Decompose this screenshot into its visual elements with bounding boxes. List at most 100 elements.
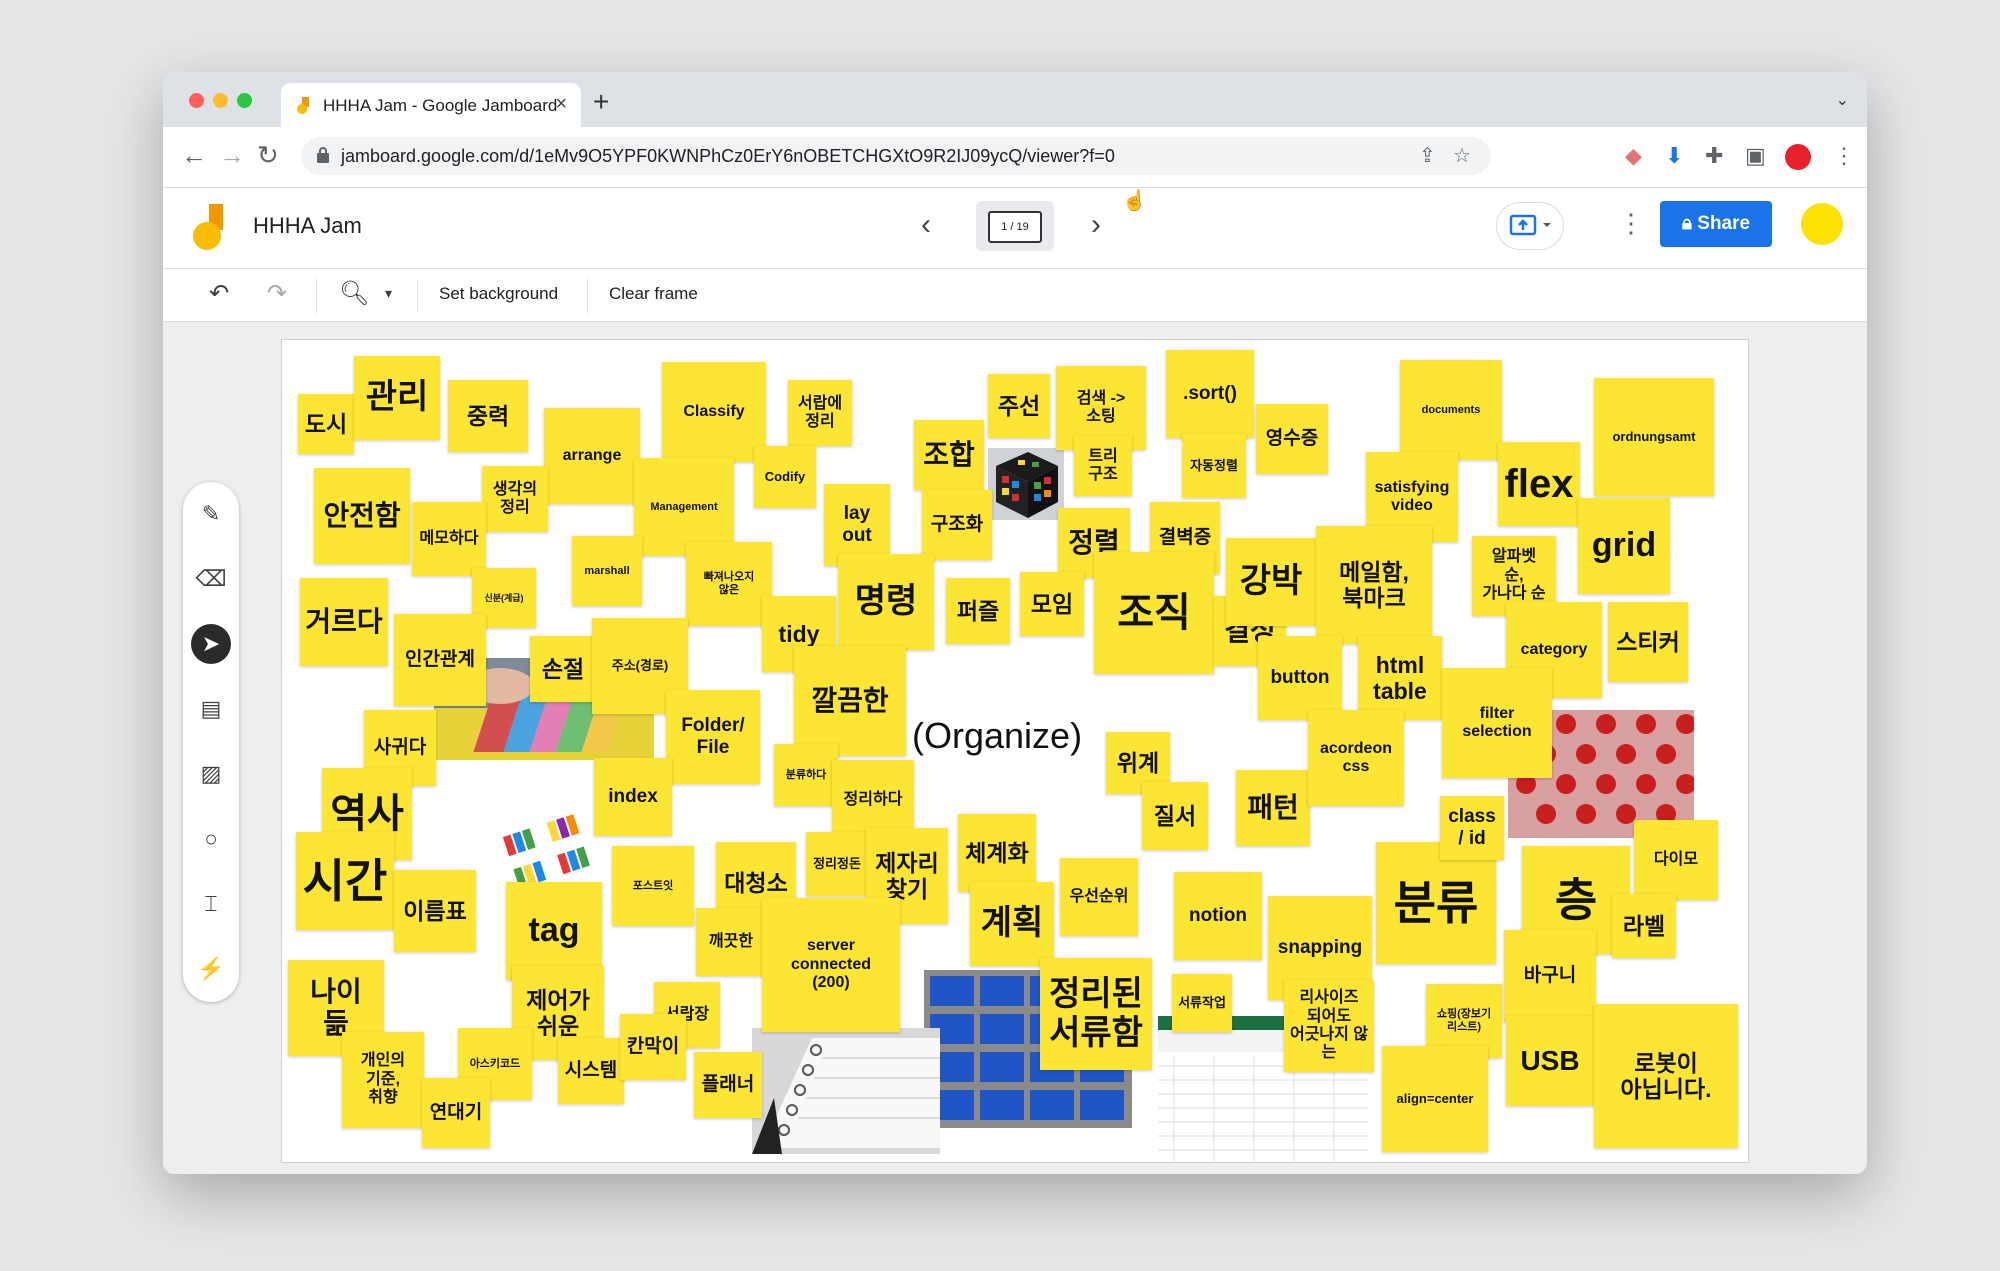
jam-title[interactable]: HHHA Jam bbox=[253, 213, 362, 239]
share-page-icon[interactable]: ⇪ bbox=[1419, 143, 1436, 168]
sticky-note[interactable]: align=center bbox=[1382, 1046, 1488, 1152]
next-frame-icon[interactable]: › bbox=[1091, 208, 1101, 242]
extension-icon[interactable]: ◆ bbox=[1625, 143, 1642, 169]
sticky-note[interactable]: 플래너 bbox=[694, 1052, 762, 1118]
close-window-button[interactable] bbox=[189, 93, 204, 108]
sticky-note[interactable]: Codify bbox=[754, 446, 816, 508]
select-tool-icon[interactable]: ➤ bbox=[191, 624, 231, 664]
sticky-note[interactable]: 이름표 bbox=[394, 870, 476, 952]
forward-icon[interactable]: → bbox=[219, 140, 245, 171]
sticky-note[interactable]: .sort() bbox=[1166, 350, 1254, 438]
jam-canvas[interactable]: (Organize) 도시 관리 중력 arrange Classify 서랍에… bbox=[281, 339, 1749, 1163]
sticky-note[interactable]: 질서 bbox=[1142, 782, 1208, 850]
sticky-note[interactable]: 칸막이 bbox=[620, 1014, 686, 1080]
pen-tool-icon[interactable]: ✎ bbox=[191, 494, 231, 534]
share-button[interactable]: 🔒︎ Share bbox=[1660, 201, 1772, 247]
bookmark-star-icon[interactable]: ☆ bbox=[1453, 143, 1471, 168]
present-button[interactable] bbox=[1496, 202, 1564, 250]
sticky-note[interactable]: 손절 bbox=[530, 636, 596, 702]
sticky-note[interactable]: server connected (200) bbox=[762, 898, 900, 1032]
tab-search-chevron-icon[interactable]: ⌄ bbox=[1836, 90, 1849, 110]
sticky-note[interactable]: index bbox=[594, 758, 672, 836]
sticky-note[interactable]: 정리정돈 bbox=[806, 832, 868, 896]
sticky-note[interactable]: grid bbox=[1578, 498, 1670, 594]
user-avatar[interactable] bbox=[1801, 203, 1843, 245]
sticky-note[interactable]: button bbox=[1258, 636, 1342, 720]
sticky-note[interactable]: 계획 bbox=[970, 882, 1054, 966]
sticky-note[interactable]: 포스트잇 bbox=[612, 846, 694, 926]
clear-frame-button[interactable]: Clear frame bbox=[609, 284, 698, 304]
sticky-note[interactable]: 바구니 bbox=[1504, 930, 1596, 1022]
sticky-note[interactable]: 거르다 bbox=[300, 578, 388, 666]
sticky-note[interactable]: notion bbox=[1174, 872, 1262, 960]
sticky-note[interactable]: 개인의 기준, 취향 bbox=[342, 1032, 424, 1128]
download-icon[interactable]: ⬇ bbox=[1665, 143, 1683, 169]
sticky-note[interactable]: 자동정렬 bbox=[1182, 434, 1246, 498]
sticky-note[interactable]: acordeon css bbox=[1308, 710, 1404, 806]
more-options-icon[interactable]: ⋮ bbox=[1618, 208, 1644, 239]
sticky-note[interactable]: 정리된 서류함 bbox=[1040, 958, 1152, 1070]
sticky-note[interactable]: 스티커 bbox=[1608, 602, 1688, 682]
circle-tool-icon[interactable]: ○ bbox=[191, 819, 231, 859]
sticky-note[interactable]: 강박 bbox=[1226, 538, 1316, 626]
sticky-note[interactable]: 조직 bbox=[1094, 552, 1214, 674]
frame-bar-button[interactable]: 1 / 19 bbox=[976, 201, 1054, 251]
sticky-note[interactable]: 중력 bbox=[448, 380, 528, 452]
undo-icon[interactable]: ↶ bbox=[209, 279, 229, 308]
sticky-note-tool-icon[interactable]: ▤ bbox=[191, 689, 231, 729]
sticky-note[interactable]: 퍼즐 bbox=[946, 578, 1010, 644]
url-bar[interactable]: jamboard.google.com/d/1eMv9O5YPF0KWNPhCz… bbox=[301, 137, 1491, 175]
sticky-note[interactable]: 주선 bbox=[988, 374, 1050, 438]
sticky-note[interactable]: 트리 구조 bbox=[1074, 436, 1132, 496]
sticky-note[interactable]: 구조화 bbox=[922, 490, 992, 560]
sticky-note[interactable]: 조합 bbox=[914, 420, 984, 490]
sticky-note[interactable]: 생각의 정리 bbox=[482, 466, 548, 532]
sticky-note[interactable]: 리사이즈 되어도 어긋나지 않는 bbox=[1284, 980, 1374, 1072]
sticky-note[interactable]: Classify bbox=[662, 362, 766, 462]
zoom-icon[interactable]: 🔍︎ bbox=[339, 279, 369, 308]
browser-menu-icon[interactable]: ⋮ bbox=[1833, 143, 1855, 169]
sticky-note[interactable]: 깨끗한 bbox=[696, 908, 766, 976]
browser-tab[interactable]: HHHA Jam - Google Jamboard × bbox=[281, 83, 581, 127]
sticky-note[interactable]: 서랍에 정리 bbox=[788, 380, 852, 446]
close-tab-icon[interactable]: × bbox=[555, 93, 567, 116]
sticky-note[interactable]: 시스템 bbox=[558, 1038, 624, 1104]
sticky-note[interactable]: 메모하다 bbox=[412, 502, 486, 576]
sticky-note[interactable]: 모임 bbox=[1020, 572, 1084, 636]
sticky-note[interactable]: 빠져나오지 않은 bbox=[686, 542, 772, 626]
sticky-note[interactable]: 영수증 bbox=[1256, 404, 1328, 474]
sticky-note[interactable]: 체계화 bbox=[958, 814, 1036, 892]
sticky-note[interactable]: 서류작업 bbox=[1172, 974, 1232, 1032]
sticky-note[interactable]: arrange bbox=[544, 408, 640, 504]
sticky-note[interactable]: 안전함 bbox=[314, 468, 410, 564]
sidepanel-icon[interactable]: ▣ bbox=[1745, 143, 1766, 169]
sticky-note[interactable]: 연대기 bbox=[422, 1078, 490, 1148]
sticky-note[interactable]: USB bbox=[1506, 1016, 1594, 1106]
new-tab-icon[interactable]: + bbox=[593, 86, 609, 118]
sticky-note[interactable]: 인간관계 bbox=[394, 614, 486, 706]
previous-frame-icon[interactable]: ‹ bbox=[921, 208, 931, 242]
text-box-tool-icon[interactable]: ⌶ bbox=[191, 884, 231, 924]
sticky-note[interactable]: 시간 bbox=[296, 832, 394, 930]
set-background-button[interactable]: Set background bbox=[439, 284, 558, 304]
sticky-note[interactable]: 분류하다 bbox=[774, 744, 838, 806]
sticky-note[interactable]: Folder/ File bbox=[666, 690, 760, 784]
image-tool-icon[interactable]: ▨ bbox=[191, 754, 231, 794]
sticky-note[interactable]: 분류 bbox=[1376, 842, 1496, 964]
sticky-note[interactable]: flex bbox=[1498, 442, 1580, 526]
zoom-dropdown-icon[interactable]: ▾ bbox=[385, 285, 392, 302]
redo-icon[interactable]: ↷ bbox=[267, 279, 287, 308]
eraser-tool-icon[interactable]: ⌫ bbox=[191, 559, 231, 599]
sticky-note[interactable]: 다이모 bbox=[1634, 820, 1718, 900]
sticky-note[interactable]: 명령 bbox=[838, 554, 934, 650]
sticky-note[interactable]: 관리 bbox=[354, 356, 440, 440]
sticky-note[interactable]: 라벨 bbox=[1612, 894, 1676, 958]
sticky-note[interactable]: 깔끔한 bbox=[794, 646, 906, 756]
sticky-note[interactable]: ordnungsamt bbox=[1594, 378, 1714, 496]
sticky-note[interactable]: 우선순위 bbox=[1060, 858, 1138, 936]
sticky-note[interactable]: 메일함, 북마크 bbox=[1316, 526, 1432, 644]
sticky-note[interactable]: 도시 bbox=[298, 394, 354, 454]
sticky-note[interactable]: marshall bbox=[572, 536, 642, 606]
reload-icon[interactable]: ↻ bbox=[257, 140, 279, 171]
laser-tool-icon[interactable]: ⚡ bbox=[191, 949, 231, 989]
